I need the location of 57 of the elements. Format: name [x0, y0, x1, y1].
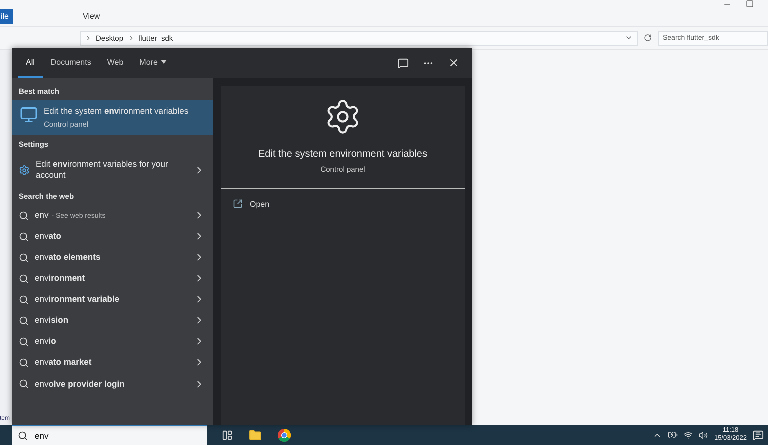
- search-input[interactable]: env: [33, 430, 187, 442]
- result-title: Edit the system environment variables: [44, 106, 190, 118]
- suggestion-text: envato elements: [35, 252, 101, 262]
- filter-tab[interactable]: More: [132, 48, 175, 78]
- volume-icon[interactable]: [699, 430, 708, 440]
- suggestion-text: envio: [35, 336, 56, 346]
- caret-icon: [160, 60, 167, 64]
- web-suggestion[interactable]: envato elements: [12, 247, 213, 268]
- search-icon: [19, 316, 29, 326]
- chevron-right-icon: [85, 34, 92, 42]
- open-action[interactable]: Open: [221, 189, 465, 219]
- refresh-icon[interactable]: [644, 34, 652, 42]
- search-icon: [18, 430, 28, 440]
- filter-tab[interactable]: Web: [99, 48, 132, 78]
- maximize-icon[interactable]: [746, 0, 754, 8]
- suggestion-text: env: [35, 210, 49, 220]
- folder-icon[interactable]: [249, 428, 262, 442]
- web-suggestion[interactable]: environment: [12, 268, 213, 290]
- search-icon: [19, 232, 29, 242]
- monitor-icon: [20, 106, 38, 124]
- filter-tab[interactable]: Documents: [42, 48, 100, 78]
- search-icon: [19, 294, 29, 305]
- taskbar-search-box[interactable]: env: [12, 425, 207, 445]
- suggestion-text: environment: [35, 273, 86, 284]
- notification-icon[interactable]: [753, 430, 764, 440]
- gear-icon: [19, 164, 30, 176]
- preview-title: Edit the system environment variables: [258, 149, 428, 160]
- window-icon: [233, 199, 243, 209]
- view-menu[interactable]: View: [83, 12, 100, 21]
- feedback-icon[interactable]: [398, 58, 409, 68]
- web-suggestion[interactable]: envision: [12, 310, 213, 332]
- close-icon[interactable]: [448, 57, 460, 69]
- suggestion-text: envato: [35, 231, 62, 242]
- suggestion-text: environment variable: [35, 294, 120, 304]
- search-icon: [19, 358, 29, 368]
- chevron-right-icon: [128, 34, 135, 42]
- web-suggestion[interactable]: envolve provider login: [12, 374, 213, 395]
- web-suggestion[interactable]: environment variable: [12, 289, 213, 310]
- suggestion-text: envato market: [35, 357, 92, 368]
- web-suggestion[interactable]: envato market: [12, 352, 213, 374]
- suggestion-text: envision: [35, 315, 69, 326]
- task-view-icon[interactable]: [222, 430, 233, 440]
- web-suggestion[interactable]: envio: [12, 331, 213, 352]
- chevron-down-icon[interactable]: [625, 34, 633, 42]
- search-icon: [19, 336, 29, 347]
- suggestion-text: envolve provider login: [35, 378, 125, 389]
- battery-icon[interactable]: [668, 430, 678, 440]
- ribbon-tab[interactable]: ile: [0, 9, 14, 24]
- setting-item[interactable]: Edit environment variables for your account: [12, 153, 213, 188]
- browser-icon[interactable]: [278, 428, 291, 442]
- search-icon: [19, 379, 29, 390]
- search-icon: [19, 274, 29, 284]
- search-icon: [19, 252, 29, 263]
- web-suggestion[interactable]: envato: [12, 226, 213, 248]
- suggestion-text: Edit environment variables for your account: [36, 159, 168, 180]
- search-icon: [19, 210, 29, 221]
- wifi-icon[interactable]: [684, 430, 694, 440]
